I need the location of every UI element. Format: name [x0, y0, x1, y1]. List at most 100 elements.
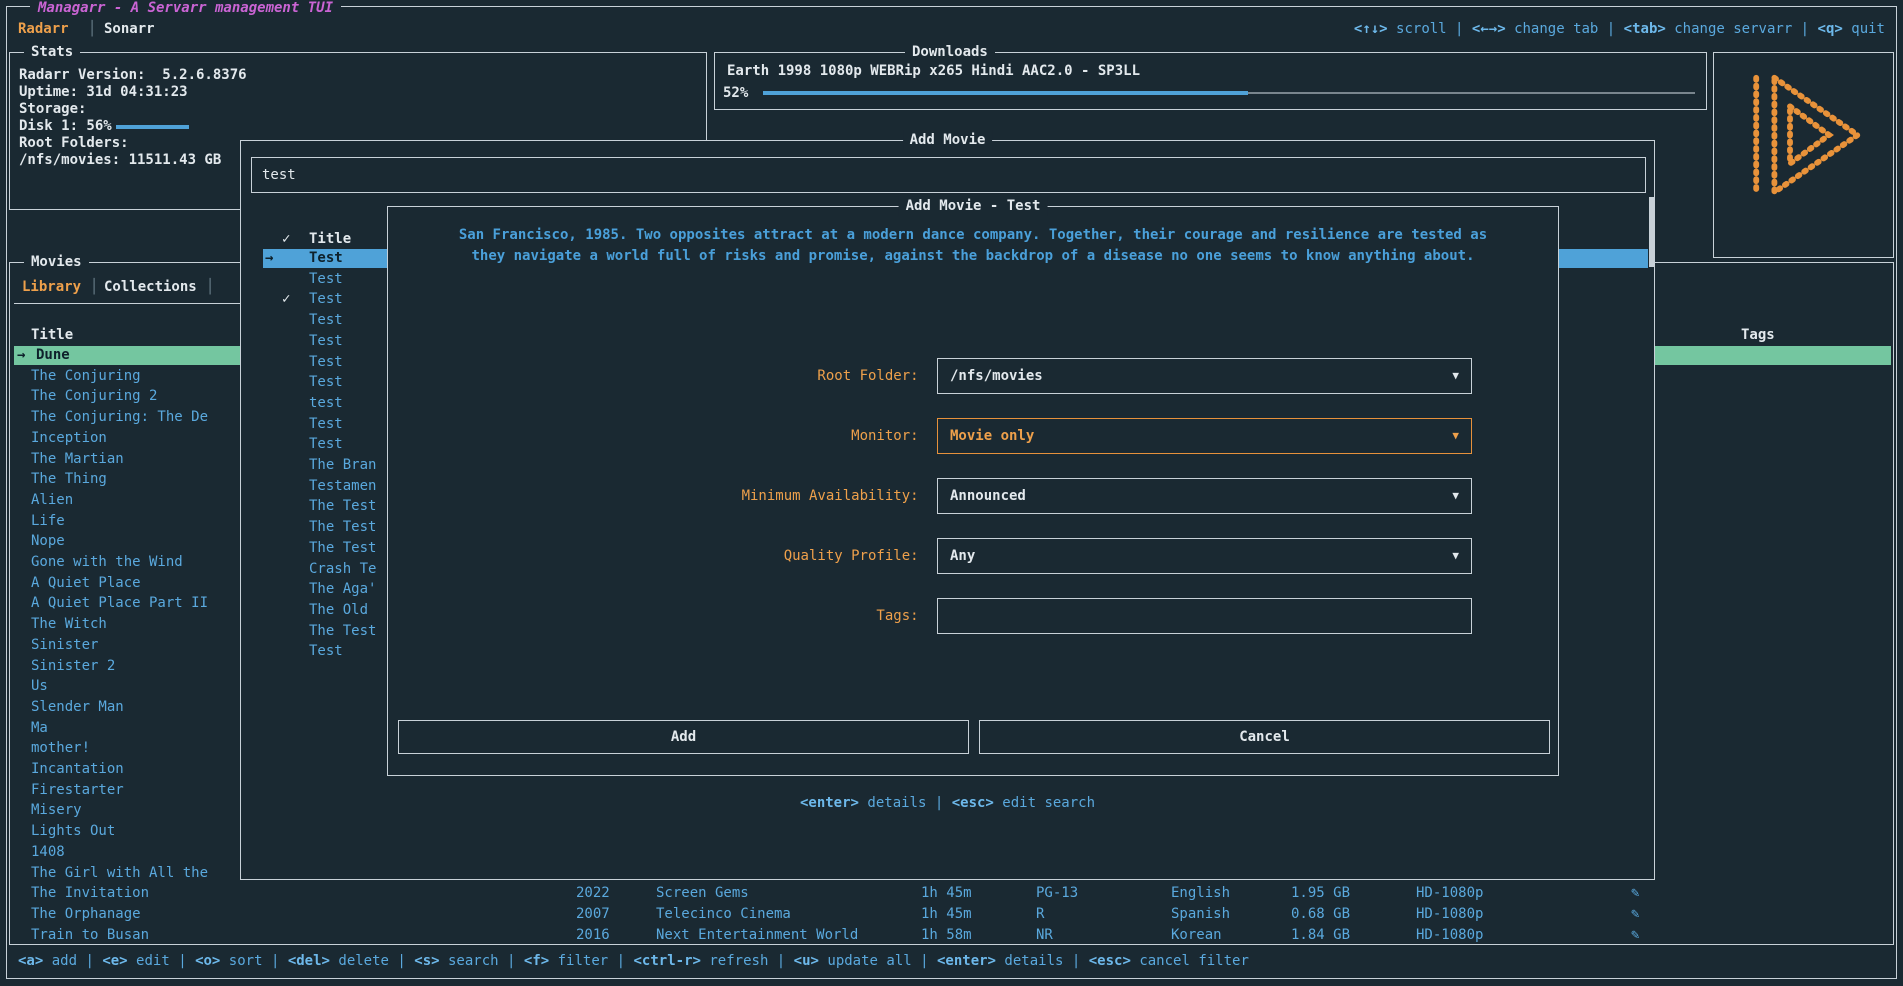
field-monitor[interactable]: Movie only ▼	[937, 418, 1472, 454]
result-title: The Test	[309, 518, 376, 537]
edit-pencil-icon[interactable]: ✎	[1631, 884, 1639, 903]
result-title: The Test	[309, 622, 376, 641]
tab-separator: │	[206, 277, 214, 297]
hint-key: <e>	[102, 953, 127, 969]
field-value: Any	[950, 539, 975, 573]
result-title: Test	[309, 435, 343, 454]
hint-separator: |	[1063, 953, 1088, 969]
hint-label: refresh	[701, 953, 768, 969]
movie-title: Us	[31, 677, 48, 696]
stats-disk-label: Disk 1: 56%	[19, 118, 112, 135]
movie-quality: HD-1080p	[1416, 905, 1483, 924]
tab-sonarr[interactable]: Sonarr	[104, 19, 155, 39]
field-minimum-availability[interactable]: Announced ▼	[937, 478, 1472, 514]
hint-separator: |	[389, 953, 414, 969]
hint-separator: |	[1598, 21, 1623, 37]
result-title: Test	[309, 353, 343, 372]
hint-separator: |	[170, 953, 195, 969]
movie-rating: NR	[1036, 926, 1053, 945]
result-title: The Aga'	[309, 580, 376, 599]
hint-key: <f>	[524, 953, 549, 969]
result-title: Testamen	[309, 477, 376, 496]
tab-separator: │	[90, 277, 98, 297]
movie-language: Korean	[1171, 926, 1222, 945]
results-header-title: Title	[309, 229, 351, 249]
field-value: Announced	[950, 479, 1026, 513]
tab-collections[interactable]: Collections	[104, 277, 197, 297]
hint-label: filter	[549, 953, 608, 969]
bottom-keybindings: <a> add | <e> edit | <o> sort | <del> de…	[18, 951, 1249, 971]
movie-size: 1.84 GB	[1291, 926, 1350, 945]
tab-separator: │	[88, 19, 96, 39]
movie-title: Dune	[36, 346, 70, 365]
tab-library[interactable]: Library	[22, 277, 81, 297]
movie-studio: Screen Gems	[656, 884, 749, 903]
movie-studio: Telecinco Cinema	[656, 905, 791, 924]
results-scrollbar-thumb[interactable]	[1649, 197, 1655, 267]
result-title: Test	[309, 373, 343, 392]
result-title: Test	[309, 290, 343, 309]
movie-quality: HD-1080p	[1416, 926, 1483, 945]
hint-key: <←→>	[1472, 21, 1506, 37]
result-title: The Bran	[309, 456, 376, 475]
app-root: { "icons": { "dropdown": "▼", "selection…	[0, 0, 1903, 986]
result-title: test	[309, 394, 343, 413]
movie-runtime: 1h 45m	[921, 905, 972, 924]
movie-row[interactable]: The Invitation2022Screen Gems1h 45mPG-13…	[14, 884, 1891, 903]
add-movie-search-input[interactable]	[252, 158, 1645, 192]
result-title: Test	[309, 415, 343, 434]
movie-title: Firestarter	[31, 781, 124, 800]
field-label: Minimum Availability:	[538, 486, 927, 506]
hint-key: <u>	[794, 953, 819, 969]
movie-title: The Girl with All the	[31, 864, 208, 883]
movie-row[interactable]: The Orphanage2007Telecinco Cinema1h 45mR…	[14, 905, 1891, 924]
result-title: Crash Te	[309, 560, 376, 579]
hint-label: edit	[128, 953, 170, 969]
stats-root-folders-label: Root Folders:	[19, 135, 129, 152]
cancel-button[interactable]: Cancel	[979, 720, 1550, 754]
disk-usage-gauge	[116, 125, 189, 129]
column-header-title: Title	[31, 325, 73, 345]
hint-separator: |	[1792, 21, 1817, 37]
monitored-check-icon: ✓	[282, 290, 290, 309]
managarr-logo-icon	[1738, 65, 1868, 205]
field-tags[interactable]	[937, 598, 1472, 634]
downloads-panel-title: Downloads	[905, 42, 995, 62]
movie-title: The Thing	[31, 470, 107, 489]
field-root-folder[interactable]: /nfs/movies▼	[937, 358, 1472, 394]
hint-label: update all	[819, 953, 912, 969]
result-title: The Test	[309, 539, 376, 558]
hint-label: cancel filter	[1131, 953, 1249, 969]
hint-label: add	[43, 953, 77, 969]
movie-title: The Invitation	[31, 884, 149, 903]
chevron-down-icon: ▼	[1452, 419, 1459, 453]
field-label: Monitor:	[538, 426, 927, 446]
result-title: Test	[309, 249, 343, 268]
edit-pencil-icon[interactable]: ✎	[1631, 905, 1639, 924]
field-label: Root Folder:	[538, 366, 927, 386]
hint-key: <enter>	[937, 953, 996, 969]
field-value: Movie only	[950, 419, 1034, 453]
movie-size: 1.95 GB	[1291, 884, 1350, 903]
hint-label: change servarr	[1666, 21, 1792, 37]
movie-row[interactable]: Train to Busan2016Next Entertainment Wor…	[14, 926, 1891, 945]
hint-label: change tab	[1506, 21, 1599, 37]
field-quality-profile[interactable]: Any ▼	[937, 538, 1472, 574]
edit-pencil-icon[interactable]: ✎	[1631, 926, 1639, 945]
hint-separator: |	[499, 953, 524, 969]
hint-label: edit search	[994, 795, 1095, 811]
field-label: Tags:	[538, 606, 927, 626]
add-button[interactable]: Add	[398, 720, 969, 754]
movie-title: Gone with the Wind	[31, 553, 183, 572]
chevron-down-icon: ▼	[1452, 479, 1459, 513]
download-percent-label: 52%	[723, 84, 748, 102]
result-title: The Test	[309, 497, 376, 516]
tab-radarr[interactable]: Radarr	[18, 19, 69, 39]
movie-title: Nope	[31, 532, 65, 551]
movie-runtime: 1h 45m	[921, 884, 972, 903]
result-title: The Old	[309, 601, 368, 620]
chevron-down-icon: ▼	[1452, 539, 1459, 573]
movie-title: The Orphanage	[31, 905, 141, 924]
stats-uptime: Uptime: 31d 04:31:23	[19, 84, 188, 101]
stats-version: Radarr Version: 5.2.6.8376	[19, 67, 247, 84]
